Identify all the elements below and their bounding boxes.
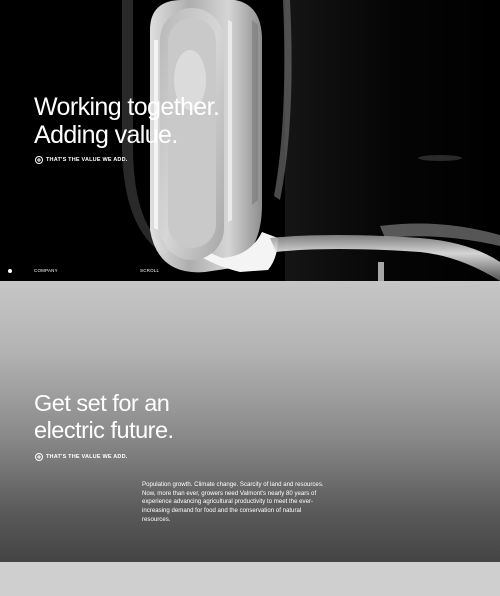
section-cta-label: THAT'S THE VALUE WE ADD. bbox=[46, 454, 128, 460]
hero-title-line-1: Working together. bbox=[34, 93, 220, 121]
scroll-label: SCROLL bbox=[140, 268, 160, 273]
hero-title: Working together. Adding value. bbox=[34, 93, 220, 149]
electric-future-section: Get set for an electric future. THAT'S T… bbox=[0, 281, 500, 562]
slide-indicator-dot[interactable] bbox=[8, 269, 12, 273]
section-title-line-2: electric future. bbox=[34, 417, 174, 443]
section-title: Get set for an electric future. bbox=[34, 390, 174, 444]
company-link[interactable]: COMPANY bbox=[34, 268, 58, 273]
plus-circle-icon bbox=[35, 453, 43, 461]
section-body-text: Population growth. Climate change. Scarc… bbox=[142, 481, 324, 523]
bottom-band bbox=[0, 562, 500, 596]
hero-title-line-2: Adding value. bbox=[34, 121, 178, 149]
section-cta-link[interactable]: THAT'S THE VALUE WE ADD. bbox=[35, 453, 127, 461]
hero-section: Working together. Adding value. THAT'S T… bbox=[0, 0, 500, 281]
hero-cta-link[interactable]: THAT'S THE VALUE WE ADD. bbox=[35, 156, 127, 164]
section-title-line-1: Get set for an bbox=[34, 390, 170, 416]
hero-cta-label: THAT'S THE VALUE WE ADD. bbox=[46, 157, 128, 163]
plus-circle-icon bbox=[35, 156, 43, 164]
